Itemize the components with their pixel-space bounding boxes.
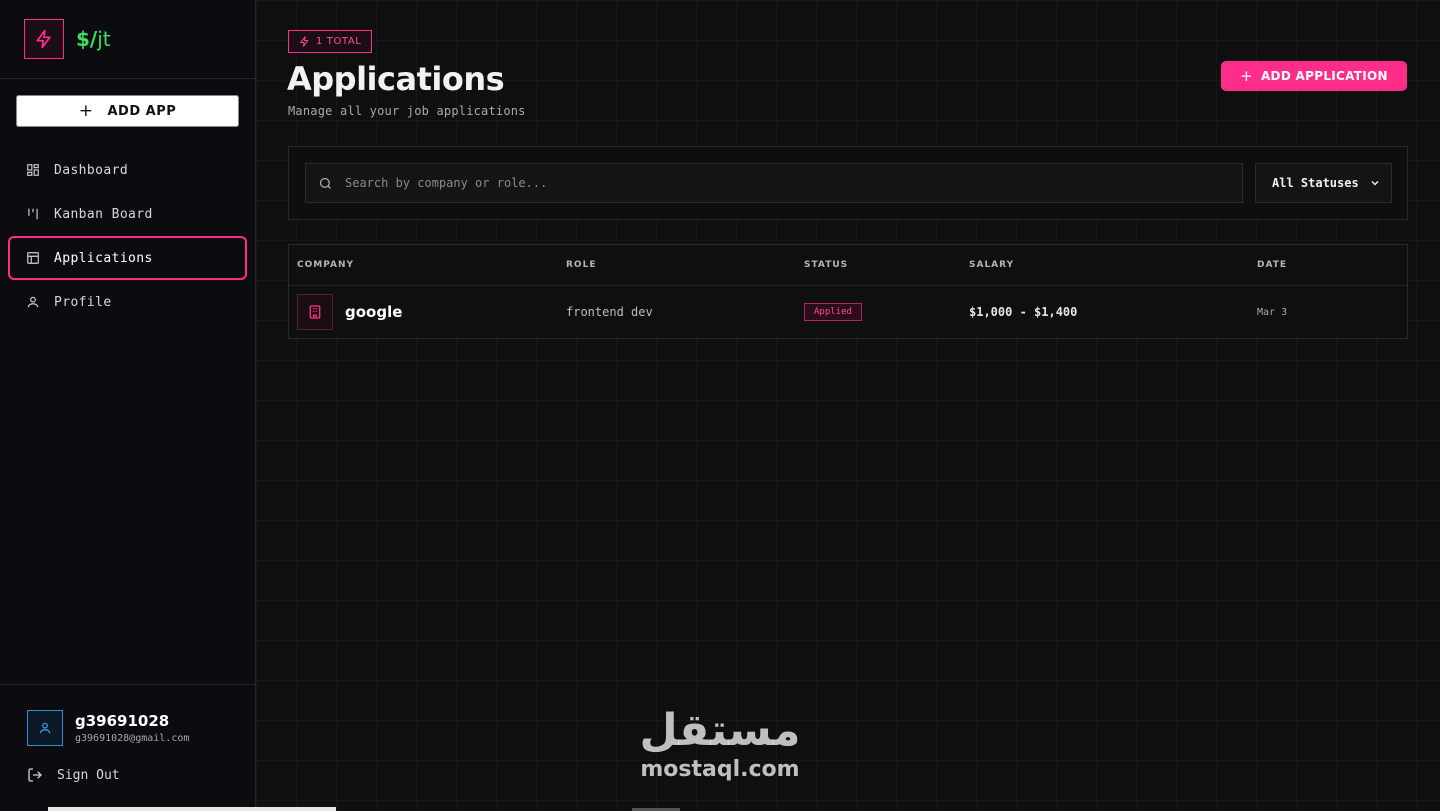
search-box[interactable]	[305, 163, 1243, 203]
watermark-latin: mostaql.com	[640, 757, 800, 782]
add-app-label: ADD APP	[107, 103, 177, 119]
user-name: g39691028	[75, 712, 170, 730]
sidebar-item-applications[interactable]: Applications	[8, 236, 247, 280]
avatar	[27, 710, 63, 746]
user-icon	[39, 722, 51, 734]
status-filter-value: All Statuses	[1272, 176, 1359, 190]
date-cell: Mar 3	[1257, 286, 1287, 338]
column-header-salary[interactable]: SALARY	[969, 260, 1014, 270]
chevron-down-icon	[1371, 180, 1379, 186]
user-icon	[27, 296, 39, 308]
role-text: frontend dev	[566, 305, 653, 319]
log-out-icon	[28, 768, 42, 782]
brand-name-suffix: jt	[97, 27, 111, 51]
dashboard-icon	[27, 164, 39, 176]
table-header: COMPANY ROLE STATUS SALARY DATE	[289, 245, 1407, 286]
status-badge: Applied	[804, 303, 862, 321]
company-name: google	[345, 303, 403, 321]
sign-out-button[interactable]: Sign Out	[27, 767, 120, 783]
app-root: $/jt + ADD APP Dashboard Kanban Board Ap…	[0, 0, 1440, 811]
horizontal-scrollbar[interactable]	[48, 807, 336, 811]
filter-panel: All Statuses	[288, 146, 1408, 220]
user-card[interactable]: g39691028 g39691028@gmail.com	[27, 710, 189, 746]
applications-table: COMPANY ROLE STATUS SALARY DATE google f…	[288, 244, 1408, 339]
add-application-button[interactable]: + ADD APPLICATION	[1221, 61, 1407, 91]
search-icon	[319, 177, 331, 189]
sign-out-label: Sign Out	[57, 767, 120, 783]
total-count-label: 1 TOTAL	[316, 36, 362, 47]
search-input[interactable]	[345, 176, 1205, 190]
sidebar-item-kanban-board[interactable]: Kanban Board	[8, 192, 247, 236]
lightning-icon	[299, 36, 309, 47]
date-text: Mar 3	[1257, 306, 1288, 318]
sidebar-nav: Dashboard Kanban Board Applications Prof…	[8, 148, 247, 324]
lightning-icon	[24, 19, 64, 59]
plus-icon: +	[78, 100, 94, 121]
sidebar: $/jt + ADD APP Dashboard Kanban Board Ap…	[0, 0, 256, 811]
table-row[interactable]: google frontend dev Applied $1,000 - $1,…	[289, 286, 1407, 338]
user-email: g39691028@gmail.com	[75, 733, 190, 744]
sidebar-item-label: Profile	[54, 294, 112, 310]
salary-cell: $1,000 - $1,400	[969, 286, 1077, 338]
status-filter-select[interactable]: All Statuses	[1255, 163, 1392, 203]
column-header-date[interactable]: DATE	[1257, 260, 1287, 270]
sidebar-item-dashboard[interactable]: Dashboard	[8, 148, 247, 192]
page-title: Applications	[287, 60, 505, 98]
kanban-icon	[28, 208, 38, 220]
brand-name: $/jt	[76, 27, 111, 51]
brand-name-prefix: $/	[76, 27, 98, 51]
plus-icon: +	[1240, 67, 1253, 85]
role-cell: frontend dev	[566, 286, 653, 338]
add-app-button[interactable]: + ADD APP	[16, 95, 239, 127]
table-icon	[27, 252, 39, 264]
sidebar-item-profile[interactable]: Profile	[8, 280, 247, 324]
sidebar-item-label: Dashboard	[54, 162, 129, 178]
watermark-arabic: مستقل	[639, 705, 801, 756]
column-header-status[interactable]: STATUS	[804, 260, 848, 270]
main-content: 1 TOTAL Applications Manage all your job…	[256, 0, 1440, 811]
building-icon	[297, 294, 333, 330]
salary-text: $1,000 - $1,400	[969, 305, 1078, 319]
status-cell: Applied	[804, 286, 862, 338]
brand[interactable]: $/jt	[0, 0, 255, 79]
total-count-badge: 1 TOTAL	[288, 30, 373, 53]
user-info: g39691028 g39691028@gmail.com	[75, 712, 189, 744]
watermark: مستقل mostaql.com	[632, 704, 808, 782]
sidebar-item-label: Applications	[54, 250, 153, 266]
column-header-role[interactable]: ROLE	[566, 260, 596, 270]
column-header-company[interactable]: COMPANY	[297, 260, 354, 270]
page-subtitle: Manage all your job applications	[288, 104, 526, 118]
sidebar-footer: g39691028 g39691028@gmail.com Sign Out	[0, 684, 255, 811]
company-cell: google	[297, 286, 402, 338]
sidebar-item-label: Kanban Board	[54, 206, 153, 222]
add-application-label: ADD APPLICATION	[1260, 69, 1388, 83]
